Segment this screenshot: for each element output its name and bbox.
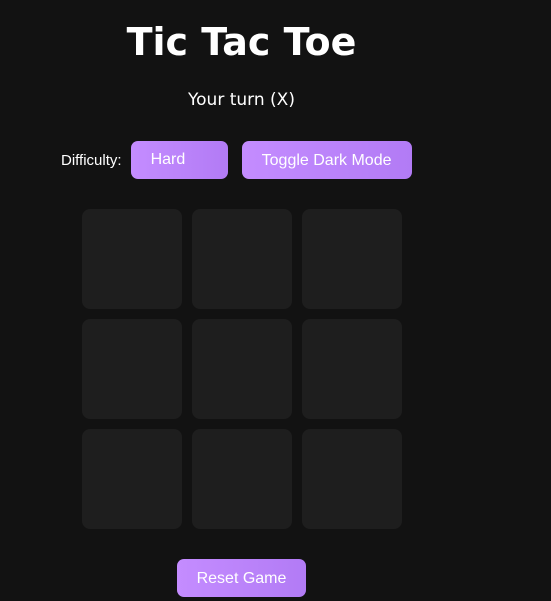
board-cell-3[interactable] [302, 209, 402, 309]
toggle-dark-mode-button[interactable]: Toggle Dark Mode [241, 141, 412, 179]
board-cell-5[interactable] [192, 319, 292, 419]
board-cell-9[interactable] [302, 429, 402, 529]
page-title: Tic Tac Toe [126, 20, 357, 64]
controls-bar: Difficulty: Hard Toggle Dark Mode [61, 141, 412, 179]
board-cell-2[interactable] [192, 209, 292, 309]
turn-status: Your turn (X) [188, 90, 295, 110]
board-cell-8[interactable] [192, 429, 292, 529]
difficulty-label: Difficulty: [61, 151, 122, 169]
board-cell-6[interactable] [302, 319, 402, 419]
board-cell-7[interactable] [82, 429, 182, 529]
difficulty-select[interactable]: Hard [130, 141, 228, 179]
board-cell-1[interactable] [82, 209, 182, 309]
game-board [82, 209, 402, 529]
board-cell-4[interactable] [82, 319, 182, 419]
reset-game-button[interactable]: Reset Game [177, 559, 306, 597]
difficulty-selected-value: Hard [150, 151, 186, 168]
